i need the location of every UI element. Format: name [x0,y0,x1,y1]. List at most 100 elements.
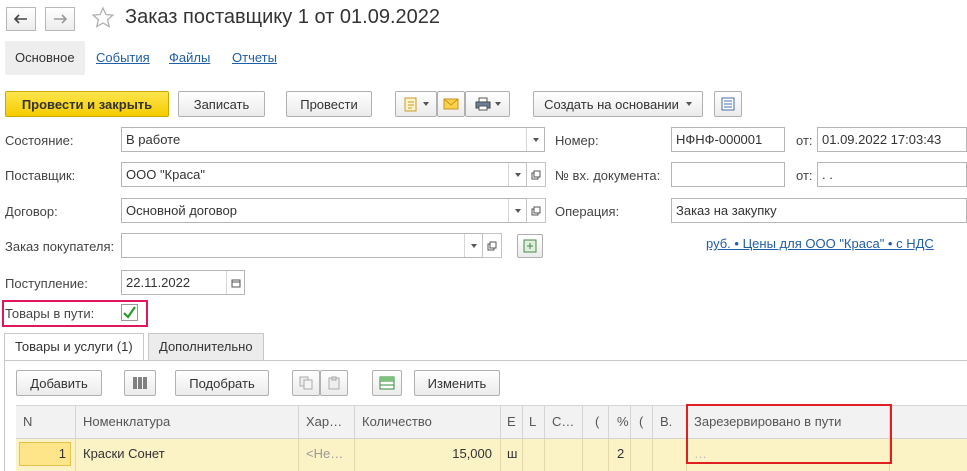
page-title: Заказ поставщику 1 от 01.09.2022 [125,6,440,28]
back-button[interactable] [6,7,36,31]
change-button[interactable]: Изменить [414,370,500,396]
structure-button[interactable] [714,91,742,117]
create-based-on-label: Создать на основании [544,96,679,112]
print-dropdown-button[interactable] [465,91,510,117]
tab-files[interactable]: Файлы [159,41,220,75]
chevron-down-icon [685,102,692,106]
paste-rows-button[interactable] [320,370,348,396]
supplier-field[interactable]: ООО "Краса" [121,162,527,187]
tab-main[interactable]: Основное [5,41,85,75]
arrival-date-field[interactable]: 22.11.2022 [121,270,245,295]
date-from-label: от: [796,133,813,148]
barcode-icon [133,377,147,389]
create-based-on-button[interactable]: Создать на основании [533,91,703,117]
row-qty-cell[interactable]: 15,000 [355,439,501,471]
row-item-cell[interactable]: Краски Сонет [76,439,299,471]
price-settings-link[interactable]: руб. • Цены для ООО "Краса" • с НДС [706,236,934,251]
contract-value: Основной договор [126,203,237,218]
tab-reports[interactable]: Отчеты [222,41,287,75]
barcode-button[interactable] [124,370,156,396]
contract-open-button[interactable] [526,198,546,223]
paste-icon [328,376,340,390]
operation-label: Операция: [555,204,620,219]
email-button[interactable] [437,91,465,117]
post-button[interactable]: Провести [286,91,372,117]
open-window-icon [531,170,541,179]
column-header-item[interactable]: Номенклатура [76,405,299,439]
column-header-characteristic[interactable]: Хар… [299,405,355,439]
row-c8-cell[interactable] [583,439,609,471]
highlight-box-reserved-column [686,404,892,464]
forward-button[interactable] [45,7,75,31]
column-header-n[interactable]: N [16,405,76,439]
tab-events[interactable]: События [86,41,160,75]
tab-additional[interactable]: Дополнительно [148,333,264,361]
contract-dropdown-button[interactable] [508,199,526,222]
column-header-vat[interactable]: % [609,405,631,439]
envelope-icon [443,98,459,110]
supplier-dropdown-button[interactable] [508,163,526,186]
operation-select[interactable]: Заказ на закупку [671,198,967,223]
state-dropdown-button[interactable] [526,128,544,151]
row-c11-cell[interactable] [653,439,687,471]
incoming-doc-field[interactable] [671,162,785,187]
save-button[interactable]: Записать [178,91,265,117]
copy-icon [299,376,313,390]
operation-value: Заказ на закупку [676,203,777,218]
tab-goods-services[interactable]: Товары и услуги (1) [4,333,144,361]
column-header-c8[interactable]: ( [583,405,609,439]
date-field[interactable]: 01.09.2022 17:03:43 [817,127,967,152]
number-field[interactable]: НФНФ-000001 [671,127,785,152]
supplier-label: Поставщик: [5,168,76,183]
favorite-star-button[interactable] [91,6,115,30]
table-fill-icon [379,376,395,390]
customer-order-open-button[interactable] [482,233,502,258]
star-icon [91,6,115,28]
document-clip-icon [404,97,417,112]
column-header-c10[interactable]: ( [631,405,653,439]
arrival-date-value: 22.11.2022 [126,275,191,290]
number-value: НФНФ-000001 [676,132,763,147]
fill-table-button[interactable] [372,370,402,396]
fill-icon [523,239,537,253]
post-and-close-button[interactable]: Провести и закрыть [5,91,169,117]
pick-button[interactable]: Подобрать [175,370,269,396]
row-vat-cell[interactable]: 2 [609,439,631,471]
row-char-cell[interactable]: <Не… [299,439,355,471]
supplier-value: ООО "Краса" [126,167,205,182]
attachments-dropdown-button[interactable] [395,91,437,117]
state-select[interactable]: В работе [121,127,545,152]
date-value: 01.09.2022 17:03:43 [822,132,942,147]
chevron-down-icon [514,172,521,177]
row-unit-cell[interactable]: ш [501,439,523,471]
contract-label: Договор: [5,204,58,219]
chevron-down-icon [532,137,539,142]
column-header-c11[interactable]: В. [653,405,687,439]
row-n-value: 1 [19,442,71,466]
open-window-icon [487,241,497,250]
customer-order-field[interactable] [121,233,483,258]
supplier-open-button[interactable] [526,162,546,187]
state-label: Состояние: [5,133,74,148]
structure-icon [721,97,735,111]
arrow-left-icon [14,14,27,24]
row-c6-cell[interactable] [523,439,545,471]
row-c10-cell[interactable] [631,439,653,471]
arrival-calendar-button[interactable] [226,271,244,294]
arrow-right-icon [54,14,67,24]
add-row-button[interactable]: Добавить [16,370,102,396]
fill-by-order-button[interactable] [517,234,543,258]
column-header-c6[interactable]: L [523,405,545,439]
column-header-price[interactable]: С… [545,405,583,439]
incoming-date-field[interactable]: . . [817,162,967,187]
customer-order-dropdown-button[interactable] [464,234,482,257]
row-n-cell[interactable]: 1 [16,439,76,471]
column-header-unit[interactable]: Е [501,405,523,439]
chevron-down-icon [494,102,501,106]
incoming-doc-label: № вх. документа: [555,168,661,183]
copy-rows-button[interactable] [292,370,320,396]
row-price-cell[interactable] [545,439,583,471]
customer-order-label: Заказ покупателя: [5,239,115,254]
column-header-quantity[interactable]: Количество [355,405,501,439]
contract-field[interactable]: Основной договор [121,198,527,223]
